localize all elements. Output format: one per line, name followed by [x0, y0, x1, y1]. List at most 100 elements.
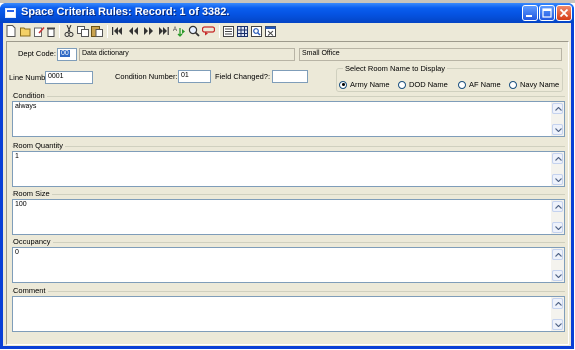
scroll-down-button[interactable]	[552, 222, 563, 233]
condition-label: Condition	[13, 91, 47, 100]
occupancy-textarea[interactable]: 0	[12, 247, 565, 283]
chevron-up-icon	[555, 253, 562, 257]
room-name-group-title: Select Room Name to Display	[343, 64, 448, 73]
scroll-up-button[interactable]	[552, 298, 563, 309]
vertical-scrollbar[interactable]	[551, 102, 564, 136]
condition-value: always	[15, 103, 37, 110]
first-record-icon[interactable]	[111, 25, 123, 37]
close-form-icon[interactable]	[265, 25, 276, 37]
room-quantity-textarea[interactable]: 1	[12, 151, 565, 187]
scroll-down-button[interactable]	[552, 124, 563, 135]
svg-text:A: A	[173, 27, 177, 33]
scroll-up-button[interactable]	[552, 103, 563, 114]
minimize-button[interactable]	[522, 5, 538, 21]
toolbar-separator	[107, 25, 108, 38]
sort-icon[interactable]: A	[173, 25, 186, 37]
chevron-up-icon	[555, 157, 562, 161]
chevron-down-icon	[555, 226, 562, 230]
vertical-scrollbar[interactable]	[551, 152, 564, 186]
toolbar-separator	[59, 25, 60, 38]
delete-icon[interactable]	[46, 25, 56, 37]
army-name-radio[interactable]: Army Name	[339, 80, 390, 89]
maximize-button[interactable]	[539, 5, 555, 21]
line-number-field[interactable]: 0001	[45, 71, 93, 84]
edit-icon[interactable]	[34, 25, 45, 37]
dept-code-value: 00	[60, 50, 70, 57]
comment-textarea[interactable]	[12, 296, 565, 332]
section-divider	[12, 194, 565, 195]
af-name-radio[interactable]: AF Name	[458, 80, 501, 89]
section-divider	[12, 96, 565, 97]
vertical-scrollbar[interactable]	[551, 297, 564, 331]
chevron-down-icon	[555, 274, 562, 278]
form-window: Space Criteria Rules: Record: 1 of 3382.	[0, 3, 574, 349]
find-icon[interactable]	[188, 25, 200, 37]
radio-button[interactable]	[398, 80, 406, 89]
chevron-up-icon	[555, 302, 562, 306]
radio-label: DOD Name	[409, 80, 448, 89]
dept-code-label: Dept Code:	[18, 49, 56, 58]
scroll-down-button[interactable]	[552, 319, 563, 330]
scroll-up-button[interactable]	[552, 153, 563, 164]
comment-label: Comment	[13, 286, 48, 295]
record-panel: Dept Code: 00 Data dictionary Small Offi…	[6, 41, 569, 345]
scroll-down-button[interactable]	[552, 174, 563, 185]
paste-icon[interactable]	[91, 25, 103, 37]
chevron-up-icon	[555, 107, 562, 111]
room-quantity-label: Room Quantity	[13, 141, 66, 150]
occupancy-label: Occupancy	[13, 237, 53, 246]
scroll-up-button[interactable]	[552, 201, 563, 212]
room-size-label: Room Size	[13, 189, 52, 198]
navy-name-radio[interactable]: Navy Name	[509, 80, 559, 89]
chevron-down-icon	[555, 128, 562, 132]
section-divider	[12, 291, 565, 292]
section-divider	[12, 242, 565, 243]
dod-name-radio[interactable]: DOD Name	[398, 80, 448, 89]
radio-label: Navy Name	[520, 80, 560, 89]
last-record-icon[interactable]	[158, 25, 170, 37]
maximize-icon	[542, 8, 552, 18]
cut-icon[interactable]	[64, 25, 74, 37]
form-client-area: A Dept Code: 00 Data dictionary Small Of…	[3, 23, 571, 346]
vertical-scrollbar[interactable]	[551, 248, 564, 282]
window-title: Space Criteria Rules: Record: 1 of 3382.	[21, 6, 230, 18]
room-quantity-value: 1	[15, 153, 19, 160]
dept-code-field[interactable]: 00	[57, 48, 77, 61]
toolbar-separator	[219, 25, 220, 38]
office-field[interactable]: Small Office	[299, 48, 562, 61]
form-view-icon[interactable]	[223, 25, 234, 37]
dept-name-field[interactable]: Data dictionary	[79, 48, 295, 61]
previous-record-icon[interactable]	[127, 25, 139, 37]
new-icon[interactable]	[6, 25, 16, 37]
toolbar: A	[3, 23, 571, 40]
chevron-down-icon	[555, 178, 562, 182]
chevron-down-icon	[555, 323, 562, 327]
radio-button[interactable]	[339, 80, 347, 89]
open-icon[interactable]	[20, 25, 32, 37]
title-bar[interactable]: Space Criteria Rules: Record: 1 of 3382.	[0, 3, 574, 23]
scroll-up-button[interactable]	[552, 249, 563, 260]
scroll-down-button[interactable]	[552, 270, 563, 281]
field-changed-label: Field Changed?:	[215, 72, 271, 81]
undo-icon[interactable]	[202, 25, 215, 37]
condition-textarea[interactable]: always	[12, 101, 565, 137]
radio-button[interactable]	[458, 80, 466, 89]
room-name-group: Select Room Name to Display Army Name DO…	[336, 64, 563, 92]
condition-number-field[interactable]: 01	[178, 70, 211, 83]
next-record-icon[interactable]	[143, 25, 155, 37]
print-preview-icon[interactable]	[251, 25, 262, 37]
field-changed-field[interactable]	[272, 70, 308, 83]
radio-label: AF Name	[469, 80, 501, 89]
chevron-up-icon	[555, 205, 562, 209]
room-size-textarea[interactable]: 100	[12, 199, 565, 235]
datasheet-view-icon[interactable]	[237, 25, 248, 37]
radio-button[interactable]	[509, 80, 517, 89]
room-size-value: 100	[15, 201, 27, 208]
close-button[interactable]	[556, 5, 572, 21]
vertical-scrollbar[interactable]	[551, 200, 564, 234]
minimize-icon	[526, 15, 532, 17]
occupancy-value: 0	[15, 249, 19, 256]
copy-icon[interactable]	[77, 25, 89, 37]
form-icon	[5, 8, 16, 18]
radio-label: Army Name	[350, 80, 390, 89]
